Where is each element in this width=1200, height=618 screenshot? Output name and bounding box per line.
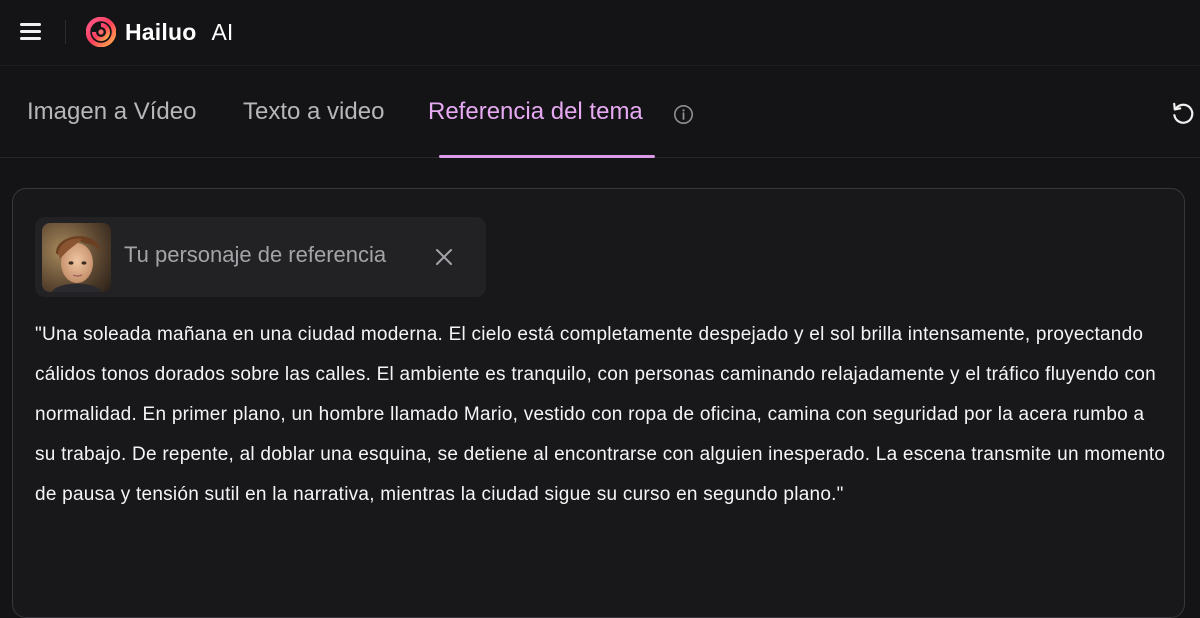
tab-imagen-a-video[interactable]: Imagen a Vídeo bbox=[27, 98, 196, 126]
info-icon[interactable] bbox=[673, 104, 694, 125]
header-divider bbox=[65, 20, 66, 44]
tab-referencia-del-tema[interactable]: Referencia del tema bbox=[428, 98, 643, 126]
prompt-panel: Tu personaje de referencia "Una soleada … bbox=[12, 188, 1185, 618]
top-bar: Hailuo AI bbox=[0, 0, 1200, 66]
hailuo-logo-icon bbox=[86, 17, 116, 47]
reference-character-chip[interactable]: Tu personaje de referencia bbox=[35, 217, 486, 297]
reference-label: Tu personaje de referencia bbox=[124, 242, 387, 267]
brand-suffix: AI bbox=[211, 18, 234, 45]
close-icon[interactable] bbox=[432, 245, 456, 269]
hamburger-menu-icon[interactable] bbox=[18, 20, 44, 44]
brand[interactable]: Hailuo AI bbox=[86, 14, 233, 50]
refresh-icon[interactable] bbox=[1170, 100, 1196, 126]
mode-tabs: Imagen a Vídeo Texto a video Referencia … bbox=[0, 66, 1200, 158]
character-avatar bbox=[42, 223, 111, 292]
tab-texto-a-video[interactable]: Texto a video bbox=[243, 98, 384, 126]
active-tab-indicator bbox=[439, 155, 655, 158]
prompt-text[interactable]: "Una soleada mañana en una ciudad modern… bbox=[35, 315, 1170, 515]
brand-name: Hailuo bbox=[125, 18, 197, 45]
